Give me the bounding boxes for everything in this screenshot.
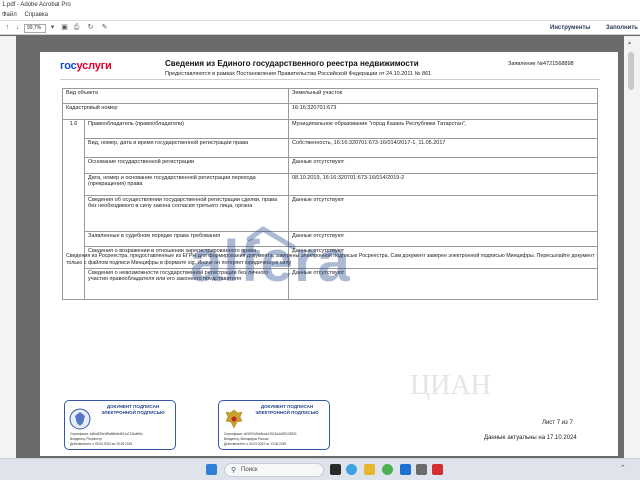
alfera-watermark: alfera (190, 229, 351, 294)
document-subtitle: Предоставляются в рамках Постановления П… (165, 71, 432, 77)
coat-of-arms-icon (69, 408, 91, 430)
fit-page-icon[interactable]: ▣ (60, 24, 69, 32)
pdf-page: госуслуги Сведения из Единого государств… (40, 52, 618, 456)
table-cell-label: Кадастровый номер (62, 103, 289, 120)
table-cell-value: 16:16:320701:673 (288, 103, 598, 120)
zoom-input[interactable]: 99,7% (24, 24, 46, 33)
signature-stamp-rosreestr: ДОКУМЕНТ ПОДПИСАН ЭЛЕКТРОННОЙ ПОДПИСЬЮ С… (64, 400, 176, 450)
acrobat-icon[interactable] (432, 464, 443, 475)
stamp-certificate: Сертификат: fc8bd920e4f9a88e6e9f41a713bd… (70, 432, 143, 436)
rotate-icon[interactable]: ↻ (86, 24, 95, 32)
file-explorer-icon[interactable] (364, 464, 375, 475)
scroll-up-icon[interactable]: ▲ (627, 40, 632, 46)
scroll-thumb[interactable] (628, 52, 634, 90)
toolbar: ↑ ↓ 99,7% ▾ ▣ ⎙ ↻ ✎ Инструменты Заполнит… (0, 21, 640, 35)
document-title: Сведения из Единого государственного рее… (165, 59, 419, 68)
edge-icon[interactable] (346, 464, 357, 475)
page-counter: Лист 7 из 7 (542, 420, 573, 426)
stamp-title: ДОКУМЕНТ ПОДПИСАН ЭЛЕКТРОННОЙ ПОДПИСЬЮ (101, 404, 165, 415)
stamp-owner: Владелец: Минцифры России (224, 437, 269, 441)
gosuslugi-logo: госуслуги (60, 60, 112, 72)
menu-file[interactable]: Файл (2, 12, 17, 18)
table-cell-value: 08.10.2019, 16:16:320701:673-16/014/2019… (288, 172, 598, 196)
taskbar-search[interactable]: ⚲ Поиск (224, 463, 324, 477)
zoom-dropdown-icon[interactable]: ▾ (48, 24, 57, 32)
vertical-scrollbar[interactable] (624, 36, 640, 458)
table-row: Кадастровый номер 16:16:320701:673 (62, 103, 598, 120)
header-divider (60, 79, 600, 80)
taskbar: ⚲ Поиск ⌃ (0, 458, 640, 480)
table-cell-value: Данные отсутствуют (288, 157, 598, 174)
table-row: Вид, номер, дата и время государственной… (63, 137, 598, 159)
task-view-icon[interactable] (330, 464, 341, 475)
table-cell-value: Земельный участок (288, 87, 598, 105)
actual-date: Данные актуальны на 17.10.2024 (484, 435, 577, 441)
table-row: 1.6 Правообладатель (правообладатели) Му… (62, 118, 598, 301)
search-icon: ⚲ (231, 467, 237, 474)
stamp-validity: Действителен: с 20.03.2024 по 13.06.2025 (224, 442, 287, 446)
search-placeholder: Поиск (241, 467, 258, 473)
window-title: 1.pdf - Adobe Acrobat Pro (0, 0, 640, 10)
table-row: Вид объекта Земельный участок (62, 87, 598, 105)
outlook-icon[interactable] (400, 464, 411, 475)
table-cell-value: Собственность, 16:16:320701:673-16/014/2… (288, 137, 598, 159)
stamp-title: ДОКУМЕНТ ПОДПИСАН ЭЛЕКТРОННОЙ ПОДПИСЬЮ (255, 404, 319, 415)
table-cell-label: Вид объекта (62, 87, 289, 105)
tools-button[interactable]: Инструменты (550, 23, 591, 33)
signature-stamp-mintsifry: ДОКУМЕНТ ПОДПИСАН ЭЛЕКТРОННОЙ ПОДПИСЬЮ С… (218, 400, 330, 450)
settings-icon[interactable] (416, 464, 427, 475)
stamp-owner: Владелец: Росреестр (70, 437, 103, 441)
double-eagle-icon (225, 409, 243, 429)
table-cell-label: Основание государственной регистрации (84, 157, 289, 174)
tray-chevron-icon[interactable]: ⌃ (620, 464, 626, 472)
section-number: 1.6 (62, 118, 85, 301)
table-cell-value: Данные отсутствуют (288, 194, 598, 232)
menu-bar: Файл Справка (0, 10, 640, 20)
table-cell-value: Муниципальное образование "город Казань … (288, 118, 598, 139)
select-icon[interactable]: ✎ (100, 24, 109, 32)
table-row: Дата, номер и основание государственной … (63, 172, 598, 196)
table-row: Сведения об осуществлении государственно… (63, 194, 598, 232)
table-cell-label: Вид, номер, дата и время государственной… (84, 137, 289, 159)
cian-watermark: ЦИАН (410, 370, 491, 401)
table-row: Основание государственной регистрации Да… (63, 157, 598, 174)
menu-help[interactable]: Справка (24, 12, 48, 18)
print-icon[interactable]: ⎙ (72, 24, 81, 32)
fill-sign-button[interactable]: Заполнить (606, 23, 638, 33)
stamp-certificate: Сертификат: a01f97b2be8ca1b7621d4d2f0139… (224, 432, 297, 436)
left-pane (0, 36, 16, 458)
table-cell-label: Правообладатель (правообладатели) (84, 118, 289, 139)
page-down-icon[interactable]: ↓ (13, 24, 22, 32)
statement-number: Заявление №4721568898 (508, 61, 574, 67)
table-cell-label: Дата, номер и основание государственной … (84, 172, 289, 196)
page-up-icon[interactable]: ↑ (3, 24, 12, 32)
windows-start-icon[interactable] (206, 464, 217, 475)
chrome-icon[interactable] (382, 464, 393, 475)
stamp-validity: Действителен: с 09.04.2024 по 29.06.2025 (70, 442, 133, 446)
